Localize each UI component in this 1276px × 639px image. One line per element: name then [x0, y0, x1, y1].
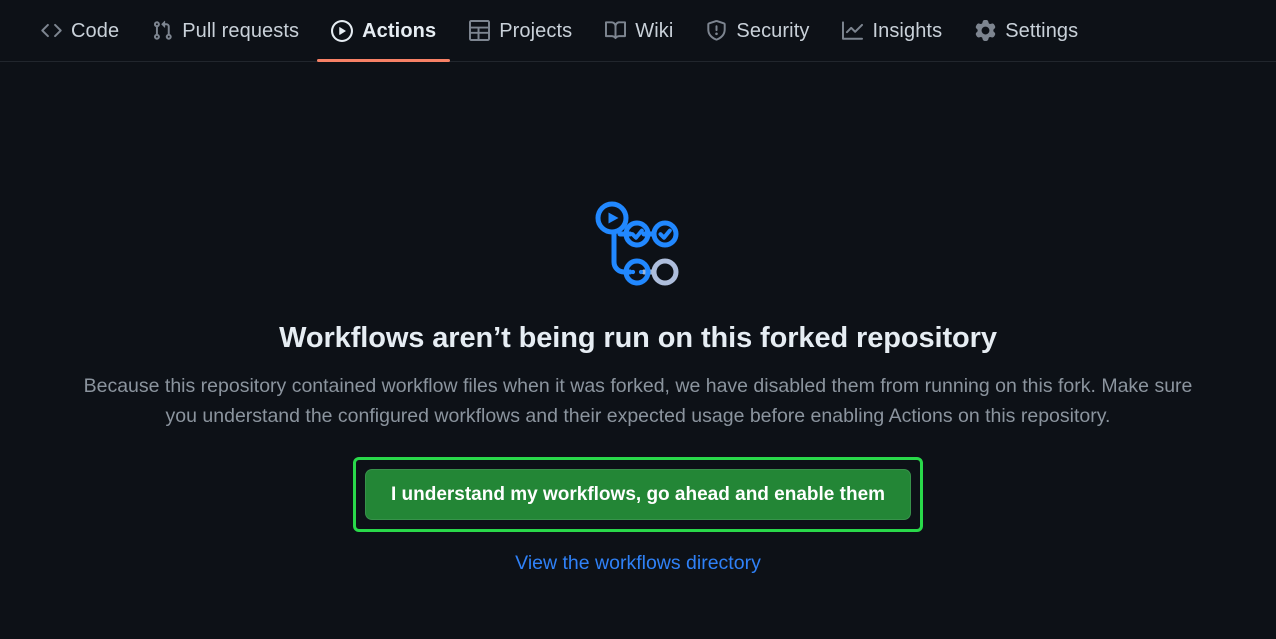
play-icon [331, 19, 354, 42]
nav-item-label: Settings [1005, 19, 1079, 42]
enable-button-highlight-ring: I understand my workflows, go ahead and … [352, 457, 924, 533]
table-icon [468, 20, 490, 42]
actions-blankslate: Workflows aren’t being run on this forke… [0, 62, 1276, 639]
enable-workflows-button[interactable]: I understand my workflows, go ahead and … [364, 469, 912, 521]
nav-item-label: Projects [499, 19, 573, 42]
book-icon [604, 20, 626, 42]
nav-item-projects[interactable]: Projects [452, 0, 588, 61]
nav-item-label: Insights [872, 19, 943, 42]
nav-item-label: Pull requests [182, 19, 300, 42]
blankslate-description: Because this repository contained workfl… [83, 375, 1193, 427]
nav-item-label: Wiki [635, 19, 674, 42]
gear-icon [974, 20, 996, 42]
graph-icon [841, 20, 863, 42]
page-title: Workflows aren’t being run on this forke… [279, 322, 997, 354]
nav-item-pull-requests[interactable]: Pull requests [135, 0, 315, 61]
nav-item-insights[interactable]: Insights [825, 0, 958, 61]
code-icon [40, 20, 62, 42]
nav-item-code[interactable]: Code [24, 0, 135, 61]
view-workflows-directory-link[interactable]: View the workflows directory [515, 552, 761, 575]
nav-item-label: Code [71, 19, 120, 42]
nav-item-settings[interactable]: Settings [958, 0, 1094, 61]
nav-item-label: Actions [362, 19, 437, 42]
shield-icon [705, 20, 727, 42]
workflow-graph-icon [590, 194, 686, 290]
nav-item-security[interactable]: Security [689, 0, 825, 61]
nav-item-actions[interactable]: Actions [315, 0, 452, 62]
repository-nav: Code Pull requests Actions Projects Wiki… [0, 0, 1276, 62]
git-pull-request-icon [151, 20, 173, 42]
nav-item-label: Security [736, 19, 810, 42]
nav-item-wiki[interactable]: Wiki [588, 0, 689, 61]
